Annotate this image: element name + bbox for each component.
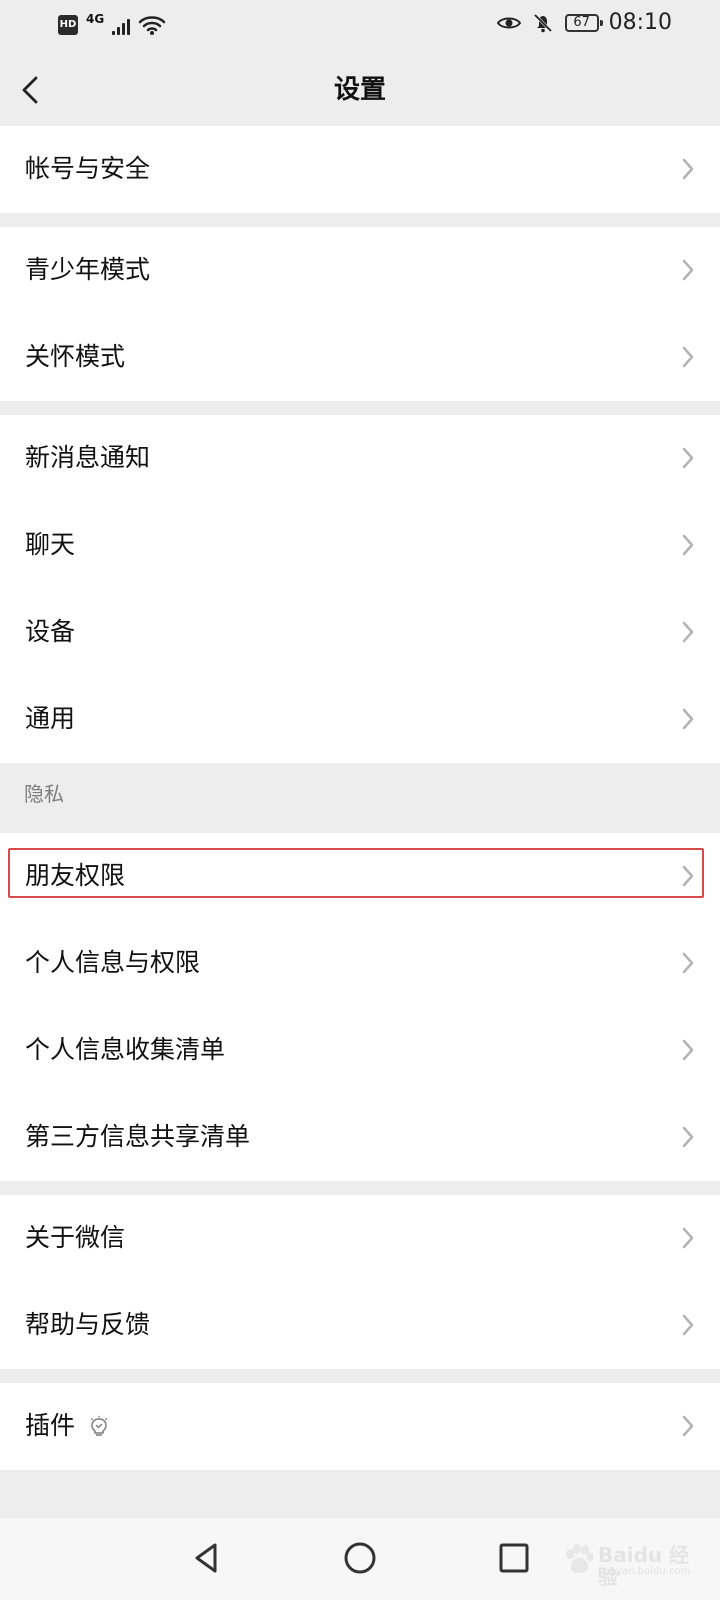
lightbulb-icon <box>90 1415 108 1436</box>
section-privacy: 朋友权限 个人信息与权限 个人信息收集清单 第三方信息共享清单 <box>0 833 720 1181</box>
status-bar: HD 4G 67 08:10 <box>0 0 720 54</box>
chevron-right-icon <box>682 447 694 469</box>
section-general: 新消息通知 聊天 设备 通用 <box>0 415 720 763</box>
top-navigation-bar: 设置 <box>0 54 720 126</box>
battery-icon: 67 <box>564 14 603 32</box>
section-gap <box>0 213 720 227</box>
settings-row-label: 第三方信息共享清单 <box>25 1122 251 1151</box>
chevron-right-icon <box>682 534 694 556</box>
section-gap <box>0 401 720 415</box>
baidu-paw-logo <box>566 1544 594 1573</box>
bell-off-icon <box>533 13 552 33</box>
settings-row-personal-info-collection[interactable]: 个人信息收集清单 <box>0 1007 720 1094</box>
privacy-section-header: 隐私 <box>0 763 720 833</box>
status-left: HD 4G <box>58 12 166 36</box>
settings-row-third-party-sharing[interactable]: 第三方信息共享清单 <box>0 1094 720 1181</box>
chevron-right-icon <box>682 621 694 643</box>
page-title: 设置 <box>333 75 386 105</box>
settings-row-personal-info-permissions[interactable]: 个人信息与权限 <box>0 920 720 1007</box>
watermark-main: Baidu 经验 <box>598 1543 690 1589</box>
network-label: 4G <box>86 12 105 26</box>
chevron-right-icon <box>682 708 694 730</box>
hd-icon: HD <box>58 15 78 35</box>
system-home-button[interactable] <box>338 1536 382 1580</box>
settings-row-label: 关于微信 <box>25 1223 126 1252</box>
chevron-right-icon <box>682 1314 694 1336</box>
settings-row-plugins[interactable]: 插件 <box>0 1383 720 1470</box>
chevron-right-icon <box>682 158 694 180</box>
recent-square-icon <box>499 1543 529 1573</box>
settings-row-friend-permissions[interactable]: 朋友权限 <box>0 833 720 920</box>
eye-icon <box>496 17 521 29</box>
settings-row-general[interactable]: 通用 <box>0 676 720 763</box>
section-gap <box>0 1369 720 1383</box>
system-recent-apps-button[interactable] <box>492 1536 536 1580</box>
settings-row-label: 插件 <box>25 1411 76 1440</box>
settings-row-help-feedback[interactable]: 帮助与反馈 <box>0 1282 720 1369</box>
settings-row-chat[interactable]: 聊天 <box>0 502 720 589</box>
bottom-gap <box>0 1470 720 1486</box>
home-circle-icon <box>344 1542 376 1574</box>
settings-list: 帐号与安全 青少年模式 关怀模式 新消息通知 聊天 设备 通用 隐私 朋友权限 … <box>0 126 720 1486</box>
signal-icon <box>112 15 131 35</box>
battery-level: 67 <box>573 15 590 30</box>
chevron-right-icon <box>682 865 694 887</box>
status-right: 67 08:10 <box>496 10 672 35</box>
settings-row-label: 个人信息与权限 <box>25 948 201 977</box>
back-triangle-icon <box>195 1543 217 1573</box>
privacy-label: 隐私 <box>24 782 64 806</box>
chevron-right-icon <box>682 1415 694 1437</box>
settings-row-label: 通用 <box>25 704 76 733</box>
chevron-right-icon <box>682 259 694 281</box>
chevron-right-icon <box>682 1039 694 1061</box>
settings-row-label: 帐号与安全 <box>25 154 151 183</box>
settings-row-label: 朋友权限 <box>25 861 126 890</box>
settings-row-label: 帮助与反馈 <box>25 1310 151 1339</box>
settings-row-care-mode[interactable]: 关怀模式 <box>0 314 720 401</box>
chevron-right-icon <box>682 952 694 974</box>
system-navigation-bar: Baidu 经验 jingyan.baidu.com <box>0 1518 720 1600</box>
settings-row-account-security[interactable]: 帐号与安全 <box>0 126 720 213</box>
watermark-sub: jingyan.baidu.com <box>598 1566 691 1577</box>
chevron-right-icon <box>682 1227 694 1249</box>
settings-row-label: 关怀模式 <box>25 342 126 371</box>
settings-row-new-message-notifications[interactable]: 新消息通知 <box>0 415 720 502</box>
section-account: 帐号与安全 <box>0 126 720 213</box>
section-about: 关于微信 帮助与反馈 <box>0 1195 720 1369</box>
system-back-button[interactable] <box>184 1536 228 1580</box>
section-gap <box>0 1181 720 1195</box>
settings-row-label: 设备 <box>25 617 76 646</box>
watermark: Baidu 经验 jingyan.baidu.com <box>562 1542 702 1588</box>
settings-row-label: 新消息通知 <box>25 443 151 472</box>
settings-row-label: 青少年模式 <box>25 255 151 284</box>
chevron-right-icon <box>682 1126 694 1148</box>
section-modes: 青少年模式 关怀模式 <box>0 227 720 401</box>
settings-row-label: 个人信息收集清单 <box>25 1035 226 1064</box>
settings-row-youth-mode[interactable]: 青少年模式 <box>0 227 720 314</box>
settings-row-about-wechat[interactable]: 关于微信 <box>0 1195 720 1282</box>
wifi-icon <box>138 16 166 35</box>
settings-row-label: 聊天 <box>25 530 76 559</box>
section-plugins: 插件 <box>0 1383 720 1470</box>
clock: 08:10 <box>608 10 672 35</box>
settings-row-devices[interactable]: 设备 <box>0 589 720 676</box>
chevron-right-icon <box>682 346 694 368</box>
